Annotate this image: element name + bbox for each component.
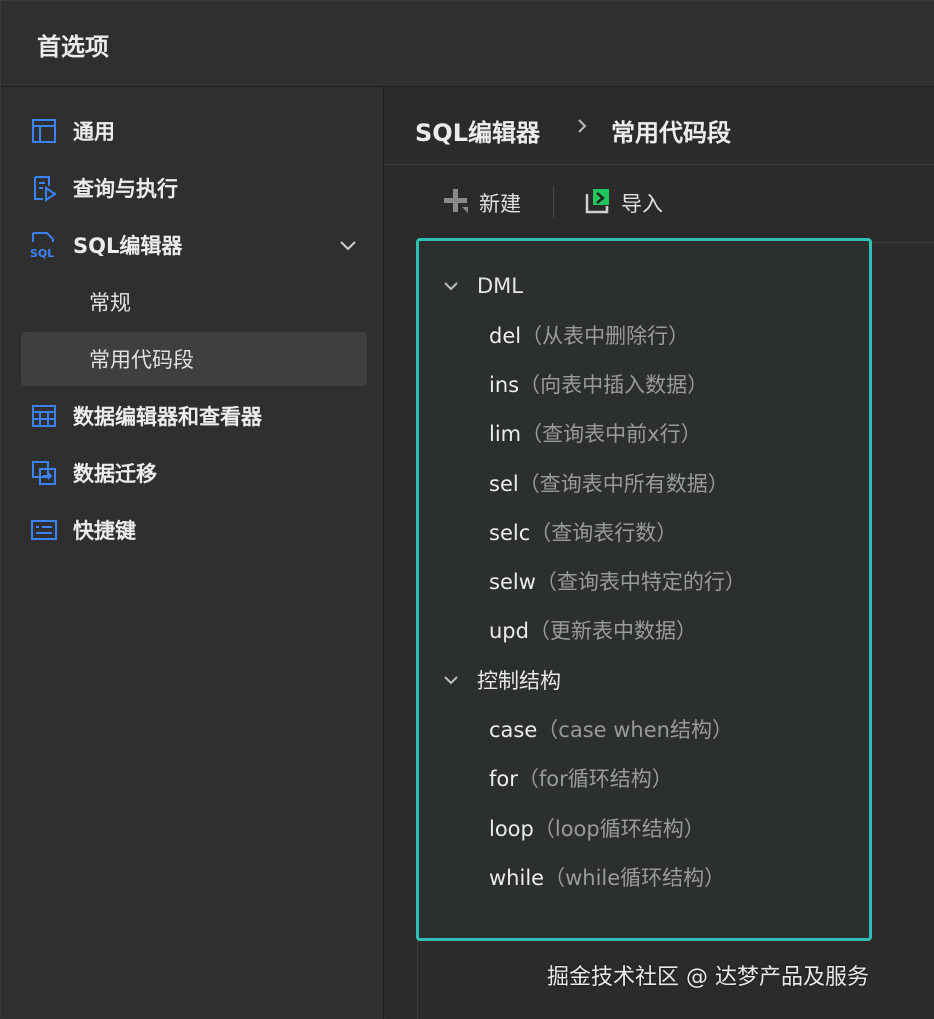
import-button-label: 导入	[621, 192, 663, 216]
sidebar-item-label: 常规	[89, 291, 131, 315]
tree-item[interactable]: selw（查询表中特定的行）	[489, 566, 746, 596]
breadcrumb-current: 常用代码段	[611, 119, 731, 147]
chevron-down-icon[interactable]	[441, 276, 461, 296]
sidebar-item-data-migration[interactable]: 数据迁移	[21, 446, 367, 500]
chevron-right-icon	[573, 117, 591, 135]
content-pane: SQL编辑器 常用代码段 新建 导入 DML del（从表中删除行） ins（向…	[385, 87, 934, 1019]
sidebar-item-query-execution[interactable]: 查询与执行	[21, 161, 367, 215]
sidebar-item-sql-general[interactable]: 常规	[21, 275, 367, 329]
snippet-tree: DML del（从表中删除行） ins（向表中插入数据） lim（查询表中前x行…	[416, 238, 872, 941]
tree-group-control-structures[interactable]: 控制结构	[441, 665, 561, 695]
tree-group-label: DML	[477, 274, 523, 298]
import-button[interactable]: 导入	[583, 185, 663, 221]
keyboard-icon	[29, 515, 59, 545]
tree-item[interactable]: lim（查询表中前x行）	[489, 418, 702, 448]
import-icon	[583, 186, 613, 220]
breadcrumb: SQL编辑器 常用代码段	[385, 87, 934, 165]
tree-group-label: 控制结构	[477, 669, 561, 693]
sql-icon: SQL	[29, 230, 59, 260]
tree-item[interactable]: selc（查询表行数）	[489, 517, 677, 547]
svg-text:SQL: SQL	[30, 247, 54, 260]
sidebar-item-label: 查询与执行	[73, 177, 178, 201]
watermark: 掘金技术社区 @ 达梦产品及服务	[547, 965, 869, 990]
title-bar: 首选项	[1, 1, 934, 87]
tree-item[interactable]: for（for循环结构）	[489, 763, 673, 793]
new-button-label: 新建	[479, 192, 521, 216]
sidebar-item-snippets[interactable]: 常用代码段	[21, 332, 367, 386]
tree-item[interactable]: while（while循环结构）	[489, 862, 725, 892]
toolbar: 新建 导入	[385, 165, 934, 239]
sidebar-item-label: 数据编辑器和查看器	[73, 405, 262, 429]
preferences-window: 首选项 通用 查询与执行 SQL SQL编辑器 常规 常用代码段 数据编辑器和查…	[0, 0, 934, 1019]
tree-item[interactable]: ins（向表中插入数据）	[489, 369, 708, 399]
sidebar-item-label: 通用	[73, 120, 115, 144]
tree-item[interactable]: loop（loop循环结构）	[489, 813, 705, 843]
toolbar-divider	[553, 187, 554, 219]
breadcrumb-parent[interactable]: SQL编辑器	[415, 113, 540, 148]
sidebar-item-label: 常用代码段	[89, 348, 194, 372]
sidebar-item-general[interactable]: 通用	[21, 104, 367, 158]
new-button[interactable]: 新建	[441, 185, 521, 221]
tree-item[interactable]: case（case when结构）	[489, 714, 733, 744]
plus-icon	[441, 186, 471, 220]
sidebar: 通用 查询与执行 SQL SQL编辑器 常规 常用代码段 数据编辑器和查看器 数…	[1, 87, 384, 1019]
layout-icon	[29, 116, 59, 146]
table-icon	[29, 401, 59, 431]
sidebar-item-label: SQL编辑器	[73, 234, 183, 258]
query-run-icon	[29, 173, 59, 203]
window-title: 首选项	[37, 33, 109, 61]
chevron-down-icon[interactable]	[441, 670, 461, 690]
sidebar-item-label: 快捷键	[73, 519, 136, 543]
chevron-down-icon[interactable]	[337, 234, 359, 256]
tree-item[interactable]: upd（更新表中数据）	[489, 615, 697, 645]
sidebar-item-data-editor[interactable]: 数据编辑器和查看器	[21, 389, 367, 443]
sidebar-item-sql-editor[interactable]: SQL SQL编辑器	[21, 218, 367, 272]
tree-group-dml[interactable]: DML	[441, 271, 523, 301]
sidebar-item-label: 数据迁移	[73, 462, 157, 486]
migrate-icon	[29, 458, 59, 488]
sidebar-item-shortcuts[interactable]: 快捷键	[21, 503, 367, 557]
tree-item[interactable]: sel（查询表中所有数据）	[489, 468, 729, 498]
tree-item[interactable]: del（从表中删除行）	[489, 320, 689, 350]
